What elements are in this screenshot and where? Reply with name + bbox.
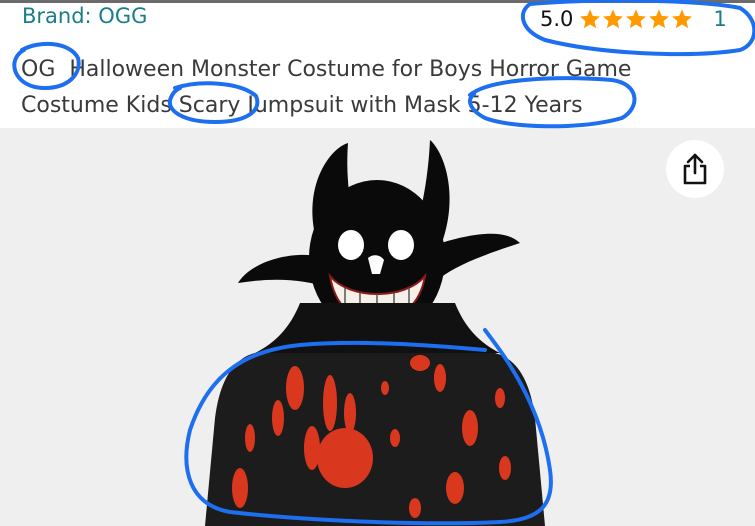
- product-image[interactable]: [0, 128, 755, 526]
- rating-value: 5.0: [540, 7, 574, 31]
- brand-link[interactable]: Brand: OGG: [22, 4, 147, 28]
- star-icon: [580, 9, 601, 29]
- rating-count[interactable]: 1: [713, 7, 726, 31]
- star-icon: [672, 9, 693, 29]
- product-title: OG Halloween Monster Costume for Boys Ho…: [21, 52, 741, 124]
- title-line-1: OG Halloween Monster Costume for Boys Ho…: [21, 57, 632, 82]
- star-icon: [649, 9, 670, 29]
- costume-photo: [205, 140, 545, 526]
- share-icon: [683, 153, 707, 185]
- share-button[interactable]: [666, 140, 724, 198]
- star-icon: [603, 9, 624, 29]
- title-line-2: Costume Kids Scary Jumpsuit with Mask 5-…: [21, 93, 583, 118]
- rating-summary[interactable]: 5.0 1: [540, 4, 727, 34]
- rating-stars: [579, 8, 693, 30]
- star-icon: [626, 9, 647, 29]
- top-divider: [0, 0, 755, 3]
